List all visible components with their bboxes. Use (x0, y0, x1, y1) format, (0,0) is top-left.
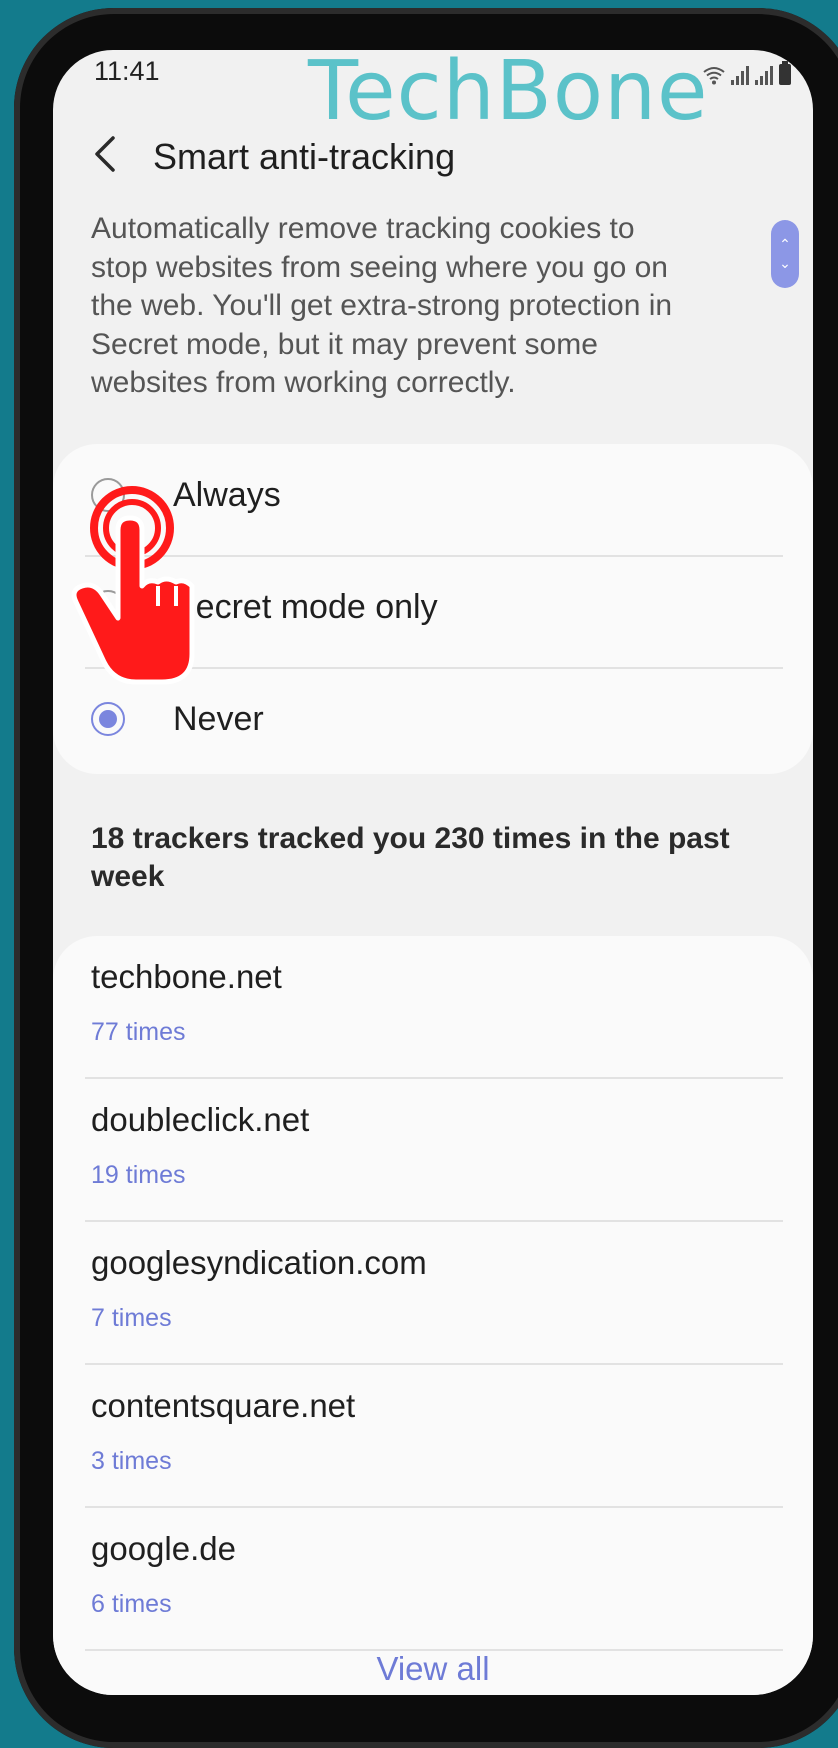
tracker-summary: 18 trackers tracked you 230 times in the… (91, 822, 730, 893)
status-time: 11:41 (94, 56, 160, 86)
chevron-up-icon: ⌃ (779, 236, 791, 252)
scroll-handle[interactable]: ⌃ ⌄ (771, 220, 799, 288)
tracker-item[interactable]: doubleclick.net 19 times (53, 1079, 813, 1221)
tracker-count: 6 times (91, 1590, 172, 1618)
option-label: Never (173, 700, 264, 738)
tracker-count: 77 times (91, 1018, 186, 1046)
signal-icon (731, 65, 749, 85)
tracker-domain: techbone.net (91, 958, 282, 995)
back-arrow-icon[interactable] (89, 132, 123, 176)
tracker-item[interactable]: contentsquare.net 3 times (53, 1365, 813, 1507)
battery-icon (779, 61, 791, 85)
tracker-count: 7 times (91, 1304, 172, 1332)
tracker-count: 19 times (91, 1161, 186, 1189)
tracker-domain: google.de (91, 1530, 236, 1567)
radio-never[interactable] (91, 702, 125, 736)
tracker-item[interactable]: googlesyndication.com 7 times (53, 1222, 813, 1364)
tracker-count: 3 times (91, 1447, 172, 1475)
tracker-item[interactable]: techbone.net 77 times (53, 936, 813, 1078)
tracker-domain: doubleclick.net (91, 1101, 310, 1138)
status-icons (703, 55, 791, 85)
tracker-domain: googlesyndication.com (91, 1244, 427, 1281)
tracker-item[interactable]: google.de 6 times (53, 1508, 813, 1650)
page-title: Smart anti-tracking (153, 136, 456, 177)
view-all-link[interactable]: View all (53, 1650, 813, 1688)
tracker-domain: contentsquare.net (91, 1387, 356, 1424)
trackers-card: techbone.net 77 times doubleclick.net 19… (53, 936, 813, 1695)
screen: 11:41 TechBone Smart anti-tracking Autom… (53, 50, 813, 1695)
header: Smart anti-tracking (53, 110, 813, 190)
description-text: Automatically remove tracking cookies to… (91, 212, 673, 399)
signal-icon-2 (755, 65, 773, 85)
chevron-down-icon: ⌄ (779, 255, 791, 271)
tap-hand-icon (71, 486, 195, 685)
